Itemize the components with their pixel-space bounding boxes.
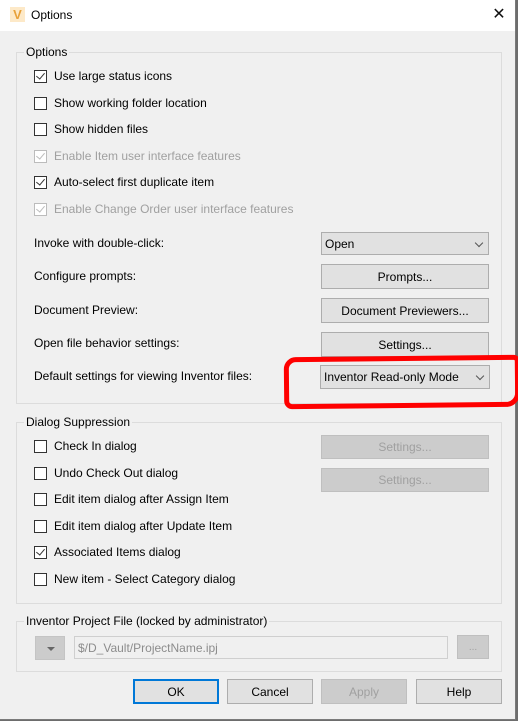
- checkbox-associated-items[interactable]: Associated Items dialog: [34, 543, 181, 561]
- checkbox-box[interactable]: [34, 122, 47, 136]
- inventor-viewing-select[interactable]: Inventor Read-only Mode: [320, 365, 490, 389]
- checkbox-label: Check In dialog: [54, 439, 137, 453]
- undo-check-out-settings-button: Settings...: [321, 468, 489, 492]
- project-file-value: $/D_Vault/ProjectName.ipj: [78, 640, 218, 655]
- checkbox-label: Show hidden files: [54, 122, 149, 136]
- checkbox-edit-item-update[interactable]: Edit item dialog after Update Item: [34, 517, 232, 535]
- checkbox-label: Edit item dialog after Assign Item: [54, 492, 229, 506]
- invoke-double-click-label: Invoke with double-click:: [34, 236, 165, 250]
- open-file-behavior-label: Open file behavior settings:: [34, 336, 180, 350]
- checkbox-label: Auto-select first duplicate item: [54, 175, 215, 189]
- options-legend: Options: [24, 45, 70, 59]
- checkbox-use-large-status-icons[interactable]: Use large status icons: [34, 67, 172, 85]
- project-file-dropdown-icon: [35, 636, 65, 660]
- chevron-down-icon: [474, 238, 484, 248]
- apply-button: Apply: [321, 679, 407, 704]
- checkbox-new-item-category[interactable]: New item - Select Category dialog: [34, 570, 235, 588]
- checkbox-label: Enable Change Order user interface featu…: [54, 202, 294, 216]
- ok-button[interactable]: OK: [133, 679, 219, 704]
- configure-prompts-label: Configure prompts:: [34, 269, 137, 283]
- project-file-legend: Inventor Project File (locked by adminis…: [24, 614, 270, 628]
- checkbox-enable-item-ui: Enable Item user interface features: [34, 147, 241, 165]
- check-in-settings-button: Settings...: [321, 435, 489, 459]
- help-button[interactable]: Help: [416, 679, 502, 704]
- cancel-button[interactable]: Cancel: [227, 679, 313, 704]
- checkbox-label: New item - Select Category dialog: [54, 572, 236, 586]
- invoke-double-click-select[interactable]: Open: [321, 232, 489, 255]
- select-value: Inventor Read-only Mode: [324, 370, 459, 384]
- checkbox-box[interactable]: [34, 519, 47, 533]
- select-value: Open: [325, 236, 355, 251]
- checkbox-box: [34, 149, 47, 163]
- project-file-input: $/D_Vault/ProjectName.ipj: [74, 636, 448, 659]
- checkbox-auto-select-duplicate[interactable]: Auto-select first duplicate item: [34, 173, 214, 191]
- checkbox-show-hidden-files[interactable]: Show hidden files: [34, 120, 148, 138]
- checkbox-label: Enable Item user interface features: [54, 149, 241, 163]
- close-icon[interactable]: ✕: [488, 5, 510, 25]
- checkbox-box[interactable]: [34, 439, 47, 453]
- checkbox-box: [34, 202, 47, 216]
- prompts-button[interactable]: Prompts...: [321, 264, 489, 289]
- chevron-down-icon: [475, 371, 485, 381]
- document-preview-label: Document Preview:: [34, 303, 139, 317]
- vault-app-icon: V: [10, 7, 25, 22]
- checkbox-box[interactable]: [34, 545, 47, 559]
- checkbox-show-working-folder[interactable]: Show working folder location: [34, 94, 207, 112]
- checkbox-box[interactable]: [34, 96, 47, 110]
- inventor-viewing-label: Default settings for viewing Inventor fi…: [34, 369, 253, 383]
- project-file-browse-button: ...: [457, 635, 489, 659]
- checkbox-box[interactable]: [34, 492, 47, 506]
- checkbox-label: Associated Items dialog: [54, 545, 181, 559]
- checkbox-edit-item-assign[interactable]: Edit item dialog after Assign Item: [34, 490, 229, 508]
- checkbox-box[interactable]: [34, 466, 47, 480]
- checkbox-box[interactable]: [34, 175, 47, 189]
- title-bar: V Options ✕: [0, 0, 515, 31]
- checkbox-label: Use large status icons: [54, 69, 173, 83]
- window-title: Options: [31, 8, 73, 22]
- checkbox-undo-check-out-dialog[interactable]: Undo Check Out dialog: [34, 464, 178, 482]
- checkbox-box[interactable]: [34, 572, 47, 586]
- checkbox-label: Undo Check Out dialog: [54, 466, 179, 480]
- open-file-settings-button[interactable]: Settings...: [321, 332, 489, 357]
- document-previewers-button[interactable]: Document Previewers...: [321, 298, 489, 323]
- checkbox-check-in-dialog[interactable]: Check In dialog: [34, 437, 137, 455]
- checkbox-label: Edit item dialog after Update Item: [54, 519, 233, 533]
- options-dialog: V Options ✕ Options Use large status ico…: [0, 0, 518, 720]
- checkbox-label: Show working folder location: [54, 96, 207, 110]
- dialog-suppression-legend: Dialog Suppression: [24, 415, 133, 429]
- checkbox-box[interactable]: [34, 69, 47, 83]
- checkbox-enable-change-order-ui: Enable Change Order user interface featu…: [34, 200, 293, 218]
